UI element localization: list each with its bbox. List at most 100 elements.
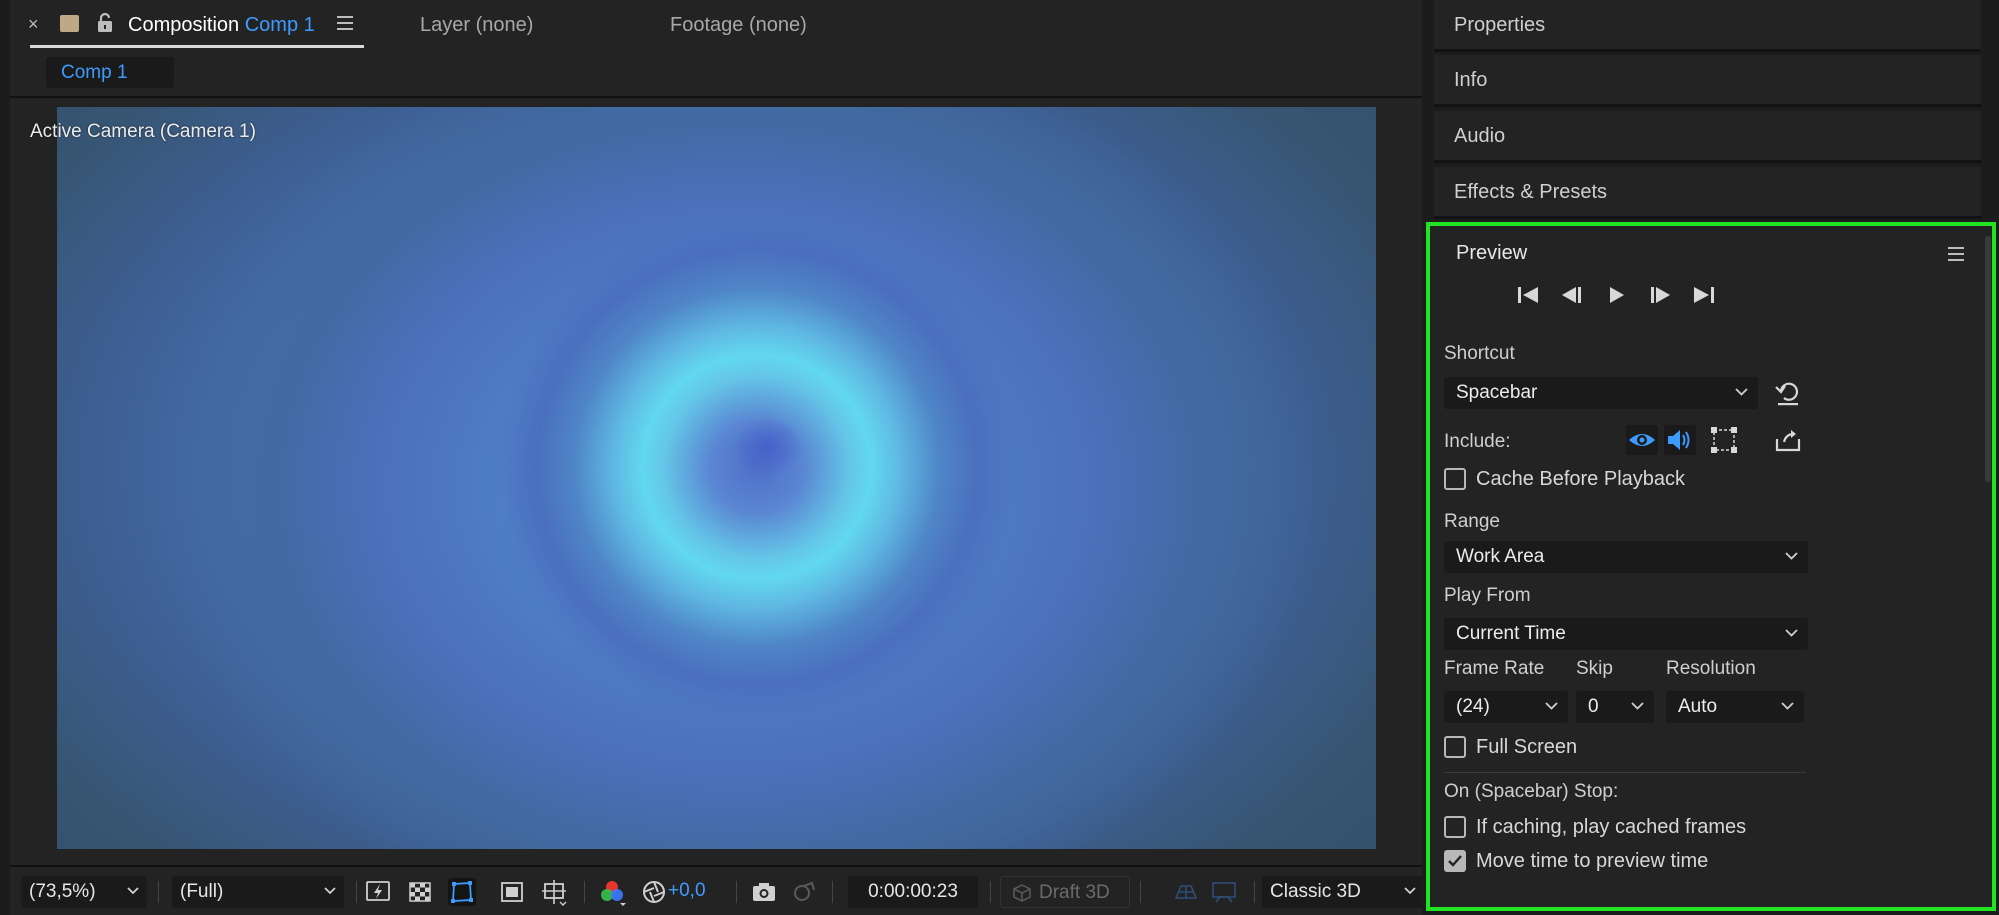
- resolution-dropdown[interactable]: (Full): [172, 876, 344, 908]
- effects-presets-panel-label: Effects & Presets: [1454, 181, 1608, 203]
- resolution-label: Resolution: [1666, 658, 1756, 679]
- toolbar-separator: [356, 881, 357, 903]
- if-caching-checkbox[interactable]: [1444, 816, 1466, 838]
- draft-3d-label: Draft 3D: [1039, 882, 1110, 903]
- color-channels-icon[interactable]: [598, 878, 626, 906]
- viewer-toolbar: (73,5%) (Full) +0,0 0:00:00:23 Draft 3D …: [10, 865, 1424, 915]
- chevron-down-icon: [1404, 887, 1416, 895]
- region-of-interest-icon[interactable]: [498, 878, 526, 906]
- magnification-value: (73,5%): [29, 881, 96, 902]
- show-snapshot-icon[interactable]: [790, 878, 818, 906]
- skip-dropdown[interactable]: 0: [1576, 691, 1654, 723]
- panel-scrollbar[interactable]: [1985, 236, 1991, 482]
- toolbar-separator: [1140, 881, 1141, 903]
- app-window: × Composition Comp 1 Layer (none) Footag…: [0, 0, 1999, 915]
- active-tab-underline: [30, 45, 364, 48]
- shortcut-dropdown[interactable]: Spacebar: [1444, 377, 1758, 409]
- lock-icon[interactable]: [95, 12, 115, 34]
- play-icon[interactable]: [1602, 282, 1630, 308]
- reset-exposure-icon[interactable]: [640, 878, 668, 906]
- fast-previews-icon[interactable]: [364, 878, 392, 906]
- play-from-value: Current Time: [1456, 623, 1566, 644]
- properties-panel-header[interactable]: Properties: [1434, 0, 1981, 52]
- composition-panel: × Composition Comp 1 Layer (none) Footag…: [10, 0, 1424, 915]
- current-time-display[interactable]: 0:00:00:23: [848, 876, 978, 908]
- resolution-value: (Full): [180, 881, 224, 902]
- if-caching-label: If caching, play cached frames: [1476, 816, 1747, 838]
- ground-plane-icon[interactable]: [1172, 878, 1200, 906]
- mask-path-visibility-icon[interactable]: [448, 878, 476, 906]
- label-color-swatch[interactable]: [60, 15, 79, 32]
- skip-label: Skip: [1576, 658, 1613, 679]
- include-overlays-icon[interactable]: [1708, 425, 1740, 455]
- frame-rate-dropdown[interactable]: (24): [1444, 691, 1568, 723]
- tab-composition-label: Composition: [128, 14, 240, 36]
- composition-tab-bar: × Composition Comp 1 Layer (none) Footag…: [10, 0, 1422, 50]
- preview-resolution-value: Auto: [1678, 696, 1718, 717]
- active-camera-label: Active Camera (Camera 1): [30, 121, 256, 142]
- camera-snapshot-icon[interactable]: [750, 878, 778, 906]
- exposure-value[interactable]: +0,0: [668, 880, 706, 902]
- range-dropdown[interactable]: Work Area: [1444, 541, 1808, 573]
- effects-presets-panel-header[interactable]: Effects & Presets: [1434, 167, 1981, 219]
- full-screen-label: Full Screen: [1476, 736, 1578, 758]
- export-icon[interactable]: [1772, 425, 1804, 455]
- tab-composition[interactable]: Composition Comp 1: [128, 14, 315, 37]
- range-label: Range: [1444, 511, 1500, 532]
- draft-3d-toggle[interactable]: Draft 3D: [1000, 876, 1130, 908]
- cache-before-playback-checkbox[interactable]: [1444, 468, 1466, 490]
- range-value: Work Area: [1456, 546, 1545, 567]
- chevron-down-icon: [1785, 629, 1798, 637]
- composition-viewer[interactable]: Active Camera (Camera 1): [10, 98, 1422, 870]
- checkmark-icon: [1448, 855, 1462, 867]
- preview-resolution-dropdown[interactable]: Auto: [1666, 691, 1804, 723]
- info-panel-header[interactable]: Info: [1434, 55, 1981, 107]
- transparency-grid-icon[interactable]: [406, 878, 434, 906]
- include-audio-icon[interactable]: [1664, 425, 1696, 455]
- preview-panel: Preview Shortcut Spacebar Include: Cache…: [1426, 222, 1996, 911]
- chevron-down-icon: [1735, 388, 1748, 396]
- toolbar-separator: [736, 881, 737, 903]
- toolbar-separator: [832, 881, 833, 903]
- tab-layer[interactable]: Layer (none): [420, 14, 533, 37]
- previous-frame-icon[interactable]: [1558, 282, 1586, 308]
- section-divider: [1444, 772, 1806, 773]
- last-frame-icon[interactable]: [1690, 282, 1718, 308]
- comp-breadcrumb-chip[interactable]: Comp 1: [46, 57, 174, 88]
- audio-panel-label: Audio: [1454, 125, 1506, 147]
- full-screen-checkbox[interactable]: [1444, 736, 1466, 758]
- 3d-renderer-value: Classic 3D: [1270, 881, 1361, 902]
- toolbar-separator: [990, 881, 991, 903]
- cache-before-playback-label: Cache Before Playback: [1476, 468, 1686, 490]
- panel-menu-icon[interactable]: [337, 15, 355, 31]
- skip-value: 0: [1588, 696, 1599, 717]
- composition-canvas[interactable]: [57, 107, 1376, 849]
- grid-guides-icon[interactable]: [540, 878, 568, 906]
- reset-icon[interactable]: [1772, 378, 1804, 408]
- include-label: Include:: [1444, 431, 1511, 452]
- chevron-down-icon: [1545, 702, 1558, 710]
- chevron-down-icon: [1781, 702, 1794, 710]
- tab-footage[interactable]: Footage (none): [670, 14, 807, 37]
- play-from-dropdown[interactable]: Current Time: [1444, 618, 1808, 650]
- info-panel-label: Info: [1454, 69, 1488, 91]
- shortcut-label: Shortcut: [1444, 343, 1515, 364]
- move-time-checkbox[interactable]: [1444, 850, 1466, 872]
- 3d-renderer-dropdown[interactable]: Classic 3D: [1262, 876, 1424, 908]
- panel-menu-icon[interactable]: [1948, 246, 1966, 262]
- chevron-down-icon: [324, 887, 336, 895]
- first-frame-icon[interactable]: [1514, 282, 1542, 308]
- include-video-icon[interactable]: [1626, 425, 1658, 455]
- close-tab-icon[interactable]: ×: [28, 14, 39, 35]
- preview-panel-title: Preview: [1456, 242, 1528, 264]
- next-frame-icon[interactable]: [1646, 282, 1674, 308]
- properties-panel-label: Properties: [1454, 14, 1546, 36]
- toolbar-separator: [1254, 881, 1255, 903]
- on-stop-label: On (Spacebar) Stop:: [1444, 781, 1619, 802]
- extended-viewer-icon[interactable]: [1210, 878, 1238, 906]
- play-from-label: Play From: [1444, 585, 1531, 606]
- cube-icon: [1013, 884, 1031, 902]
- toolbar-separator: [584, 881, 585, 903]
- audio-panel-header[interactable]: Audio: [1434, 111, 1981, 163]
- magnification-dropdown[interactable]: (73,5%): [21, 876, 147, 908]
